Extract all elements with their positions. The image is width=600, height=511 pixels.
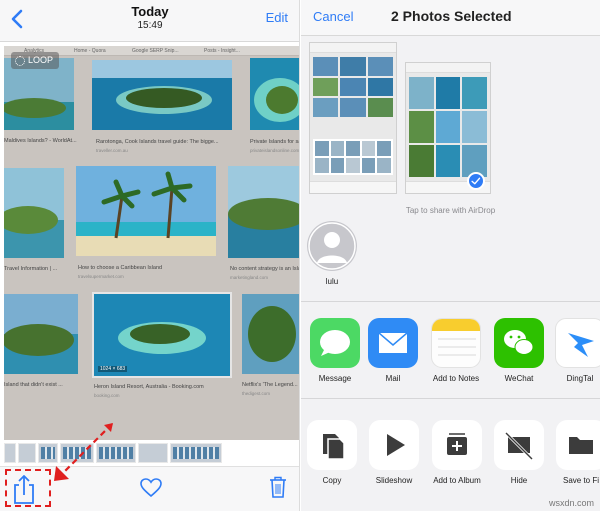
photo-caption: Island that didn't exist ... (4, 382, 63, 388)
photo-tab-text: Google SERP Snip... (132, 48, 179, 54)
airdrop-contact-name: lulu (325, 277, 339, 286)
message-icon (310, 318, 360, 368)
wechat-icon (494, 318, 544, 368)
image-size-chip: 1024 × 683 (98, 366, 128, 372)
photo-caption: No content strategy is an Island (230, 266, 299, 272)
action-add-to-album[interactable]: Add to Album (426, 420, 488, 485)
mail-icon (368, 318, 418, 368)
filmstrip-thumb[interactable] (38, 443, 58, 463)
screenshot-root: Today 15:49 Edit Analytics Home - Quora … (0, 0, 600, 511)
photo-thumb-island-dark (242, 294, 299, 374)
dingtalk-icon (555, 318, 600, 368)
current-photo[interactable]: Analytics Home - Quora Google SERP Snip.… (4, 46, 299, 440)
photo-thumb-island-reef: 1024 × 683 (92, 292, 232, 378)
watermark-text: wsxdn.com (548, 498, 594, 508)
photo-caption-source: travelsupermarket.com (78, 274, 124, 279)
filmstrip-thumb[interactable] (4, 443, 16, 463)
photo-caption: Travel Information | ... (4, 266, 58, 272)
notes-icon (431, 318, 481, 368)
page-title: Today (131, 4, 169, 19)
filmstrip-thumb[interactable] (18, 443, 36, 463)
action-copy[interactable]: Copy (301, 420, 363, 485)
share-app-label: Add to Notes (432, 374, 480, 383)
photo-caption-source: marketingland.com (230, 275, 269, 280)
action-slideshow[interactable]: Slideshow (363, 420, 425, 485)
selectable-photo[interactable] (309, 42, 397, 194)
photo-caption-source: privateislandsonline.com (250, 148, 299, 153)
trash-icon[interactable] (269, 476, 287, 498)
action-label: Slideshow (375, 476, 413, 485)
photo-caption: Netflix's 'The Legend... (242, 382, 298, 388)
share-app-dingtalk[interactable]: DingTal (549, 318, 600, 383)
action-label: Add to Album (433, 476, 481, 485)
action-save-to-files[interactable]: Save to Fi (550, 420, 600, 485)
filmstrip-thumb[interactable] (60, 443, 94, 463)
loop-label: LOOP (28, 55, 54, 65)
divider (301, 398, 600, 399)
photo-caption-source: traveller.com.au (96, 148, 128, 153)
selected-check-icon (467, 172, 485, 190)
photo-caption: Private Islands for sale... (250, 139, 299, 145)
share-sheet-panel: Cancel 2 Photos Selected Tap to share wi… (301, 0, 600, 511)
share-nav-bar: Cancel 2 Photos Selected (301, 0, 600, 36)
folder-icon (556, 420, 600, 470)
photo-caption: Heron Island Resort, Australia - Booking… (94, 384, 204, 390)
photo-tab-text: Posts - Insight... (204, 48, 240, 54)
photo-thumb-island-bay (228, 166, 299, 258)
photo-viewer-panel: Today 15:49 Edit Analytics Home - Quora … (0, 0, 300, 511)
divider (301, 301, 600, 302)
selected-photos-strip (301, 36, 600, 214)
action-label: Hide (510, 476, 528, 485)
photo-thumb-island-green (4, 168, 64, 258)
heart-icon[interactable] (140, 478, 162, 498)
page-subtitle-time: 15:49 (137, 20, 163, 31)
share-app-notes[interactable]: Add to Notes (425, 318, 487, 383)
person-silhouette-icon (308, 222, 356, 270)
share-app-label: Mail (385, 374, 401, 383)
photo-thumb-island-lagoon (250, 58, 299, 130)
airdrop-hint: Tap to share with AirDrop (405, 206, 496, 215)
share-app-label: DingTal (566, 374, 594, 383)
loop-icon (15, 55, 25, 66)
share-app-label: WeChat (504, 374, 534, 383)
photo-tab-text: Home - Quora (74, 48, 106, 54)
edit-button[interactable]: Edit (266, 10, 288, 25)
filmstrip-thumb[interactable] (96, 443, 136, 463)
photo-thumb-island-hill (4, 294, 78, 374)
action-hide[interactable]: Hide (488, 420, 550, 485)
play-icon (369, 420, 419, 470)
selection-title: 2 Photos Selected (391, 8, 512, 24)
photo-caption: Rarotonga, Cook Islands travel guide: Th… (96, 139, 219, 145)
share-app-wechat[interactable]: WeChat (488, 318, 550, 383)
photo-nav-bar: Today 15:49 Edit (0, 0, 299, 42)
share-app-mail[interactable]: Mail (362, 318, 424, 383)
photo-caption: Maldives Islands? - WorldAt... (4, 138, 77, 144)
photo-thumb-island-aerial (92, 60, 232, 130)
photo-filmstrip[interactable] (4, 441, 299, 465)
action-label: Save to Fi (562, 476, 599, 485)
share-app-message[interactable]: Message (304, 318, 366, 383)
airdrop-contact-avatar[interactable] (307, 221, 357, 271)
add-album-icon (432, 420, 482, 470)
copy-icon (307, 420, 357, 470)
photo-thumb-palm-beach (76, 166, 216, 256)
loop-badge[interactable]: LOOP (11, 52, 60, 69)
share-highlight-box (5, 469, 51, 507)
filmstrip-thumb[interactable] (138, 443, 168, 463)
photo-caption-source: thedigest.com (242, 391, 271, 396)
action-label: Copy (322, 476, 342, 485)
share-app-label: Message (318, 374, 352, 383)
filmstrip-thumb[interactable] (170, 443, 222, 463)
photo-caption: How to choose a Caribbean Island (78, 265, 163, 271)
cancel-button[interactable]: Cancel (313, 9, 353, 24)
photo-caption-source: booking.com (94, 393, 120, 398)
hide-icon (494, 420, 544, 470)
